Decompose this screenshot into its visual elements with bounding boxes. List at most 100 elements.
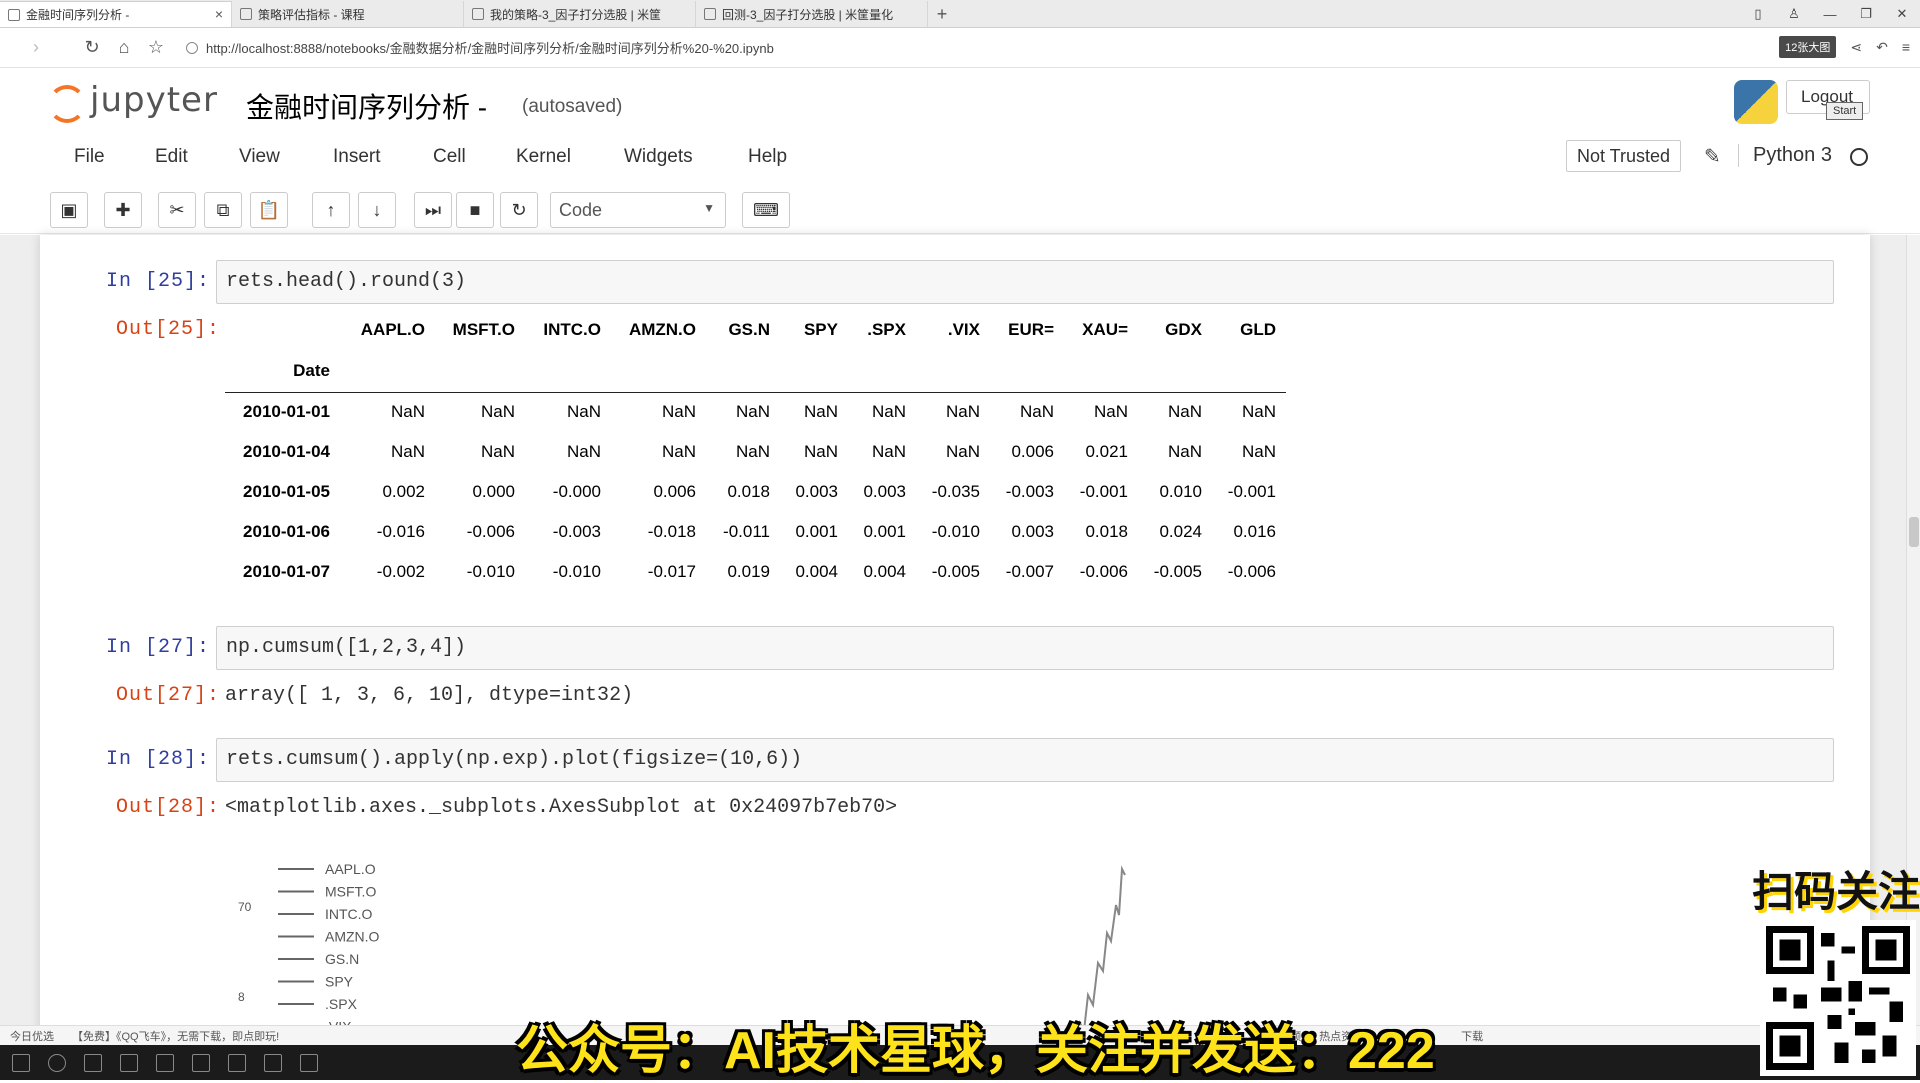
menu-insert[interactable]: Insert [333, 146, 381, 168]
minimize-icon[interactable]: — [1812, 0, 1848, 28]
tab-favicon-icon [472, 8, 484, 20]
stop-icon[interactable]: ■ [456, 192, 494, 228]
task-view-icon[interactable] [84, 1053, 102, 1072]
not-trusted-button[interactable]: Not Trusted [1566, 140, 1682, 172]
jupyter-logo[interactable]: jupyter [46, 80, 218, 123]
in-prompt-28: In [28]: [106, 748, 211, 771]
browser-tab-course[interactable]: 策略评估指标 - 课程 [232, 1, 464, 27]
table-cell: NaN [480, 442, 515, 461]
table-cell: 0.001 [863, 522, 906, 541]
table-cell: -0.001 [1079, 482, 1128, 501]
row-index: 2010-01-06 [243, 522, 330, 541]
code-cell-25[interactable]: rets.head().round(3) [216, 260, 1834, 304]
menu-widgets[interactable]: Widgets [624, 146, 693, 168]
menu-view[interactable]: View [239, 146, 280, 168]
new-tab-button[interactable]: + [928, 1, 956, 27]
menu-help[interactable]: Help [748, 146, 787, 168]
table-cell: -0.002 [376, 562, 425, 581]
browser-tab-backtest[interactable]: 回测-3_因子打分选股 | 米筐量化 [696, 1, 928, 27]
in-prompt-25: In [25]: [106, 270, 211, 293]
table-cell: NaN [661, 442, 696, 461]
table-cell: -0.011 [723, 522, 770, 541]
copy-icon[interactable]: ⧉ [204, 192, 242, 228]
column-header: SPY [803, 320, 838, 339]
share-icon[interactable]: ⋖ [1850, 39, 1862, 56]
kernel-name[interactable]: Python 3 [1738, 144, 1832, 167]
app-icon[interactable] [192, 1053, 210, 1072]
legend-label: AAPL.O [325, 861, 376, 877]
reload-icon[interactable]: ↻ [76, 32, 108, 64]
move-down-icon[interactable]: ↓ [358, 192, 396, 228]
dataframe-body: 2010-01-01 NaN NaN NaN NaN NaN NaN NaN NaN NaN NaN… [225, 392, 1286, 592]
table-cell: 0.004 [795, 562, 838, 581]
column-header: INTC.O [543, 320, 601, 339]
table-cell: NaN [1167, 402, 1202, 422]
table-row: 2010-01-05 0.002 0.000 -0.000 0.006 0.018 0.00… [225, 472, 1286, 512]
status-item[interactable]: 下载 [1461, 1028, 1483, 1044]
menu-kernel[interactable]: Kernel [516, 146, 571, 168]
cut-icon[interactable]: ✂ [158, 192, 196, 228]
table-cell: NaN [480, 402, 515, 422]
back-arrow-icon[interactable]: ↶ [1876, 39, 1888, 56]
start-menu-icon[interactable] [12, 1053, 30, 1072]
app-icon[interactable] [228, 1053, 246, 1072]
move-up-icon[interactable]: ↑ [312, 192, 350, 228]
tab-label: 金融时间序列分析 - [26, 8, 130, 22]
table-cell: NaN [390, 442, 425, 461]
row-index: 2010-01-01 [243, 402, 330, 422]
edit-pencil-icon[interactable]: ✎ [1704, 144, 1721, 169]
row-index: 2010-01-05 [243, 482, 330, 501]
table-cell: -0.000 [552, 482, 601, 501]
search-icon[interactable] [48, 1053, 66, 1072]
table-cell: 0.006 [1011, 442, 1054, 461]
table-cell: 0.019 [727, 562, 770, 581]
menu-edit[interactable]: Edit [155, 146, 188, 168]
forward-icon[interactable]: › [20, 32, 52, 64]
column-header: MSFT.O [452, 320, 515, 339]
address-bar-tools: 12张大图 ⋖ ↶ ≡ [1779, 36, 1910, 58]
notebook-title[interactable]: 金融时间序列分析 - [246, 86, 487, 126]
add-cell-icon[interactable]: ✚ [104, 192, 142, 228]
table-cell: 0.003 [863, 482, 906, 501]
status-item[interactable]: 今日优选 [10, 1028, 54, 1044]
code-cell-27[interactable]: np.cumsum([1,2,3,4]) [216, 626, 1834, 670]
status-item[interactable]: 【免费】《QQ飞车》，无需下载，即点即玩! [72, 1028, 279, 1044]
star-icon[interactable]: ☆ [140, 32, 172, 64]
code-cell-28[interactable]: rets.cumsum().apply(np.exp).plot(figsize… [216, 738, 1834, 782]
column-header-row: AAPL.O MSFT.O INTC.O AMZN.O GS.N SPY .SP… [225, 310, 1286, 350]
table-row: 2010-01-01 NaN NaN NaN NaN NaN NaN NaN NaN NaN NaN… [225, 392, 1286, 432]
keyboard-icon[interactable]: ⌨ [742, 192, 790, 228]
paste-icon[interactable]: 📋 [250, 192, 288, 228]
cell-type-select[interactable]: Code ▼ [550, 192, 726, 228]
menu-cell[interactable]: Cell [433, 146, 466, 168]
image-badge[interactable]: 12张大图 [1779, 36, 1837, 58]
table-row: 2010-01-07 -0.002 -0.010 -0.010 -0.017 0.019 0… [225, 552, 1286, 592]
legend-label: MSFT.O [325, 884, 376, 900]
restart-icon[interactable]: ↻ [500, 192, 538, 228]
shirt-icon[interactable]: ♙ [1776, 0, 1812, 28]
app-icon[interactable] [300, 1053, 318, 1072]
browser-tab-notebook[interactable]: 金融时间序列分析 - × [0, 1, 232, 27]
app-icon[interactable] [120, 1053, 138, 1072]
app-icon[interactable] [156, 1053, 174, 1072]
scrollbar-thumb[interactable] [1909, 517, 1919, 547]
restore-icon[interactable]: ❐ [1848, 0, 1884, 28]
site-info-icon[interactable] [186, 41, 198, 54]
sidebar-icon[interactable]: ▯ [1740, 0, 1776, 28]
table-cell: 0.010 [1159, 482, 1202, 501]
save-icon[interactable]: ▣ [50, 192, 88, 228]
url-field[interactable]: http://localhost:8888/notebooks/金融数据分析/金… [186, 38, 774, 57]
table-cell: -0.018 [647, 522, 696, 541]
tab-favicon-icon [8, 8, 20, 21]
menu-file[interactable]: File [74, 146, 105, 168]
close-window-icon[interactable]: ✕ [1884, 0, 1920, 28]
menu-icon[interactable]: ≡ [1902, 39, 1910, 55]
run-icon[interactable]: ⏭ [414, 192, 452, 228]
close-tab-icon[interactable]: × [215, 6, 223, 22]
table-cell: -0.005 [1153, 562, 1202, 581]
browser-tab-strategy[interactable]: 我的策略-3_因子打分选股 | 米筐 [464, 1, 696, 27]
app-icon[interactable] [264, 1053, 282, 1072]
home-icon[interactable]: ⌂ [108, 32, 140, 64]
output-text-27: array([ 1, 3, 6, 10], dtype=int32) [225, 684, 634, 707]
table-cell: NaN [871, 402, 906, 422]
